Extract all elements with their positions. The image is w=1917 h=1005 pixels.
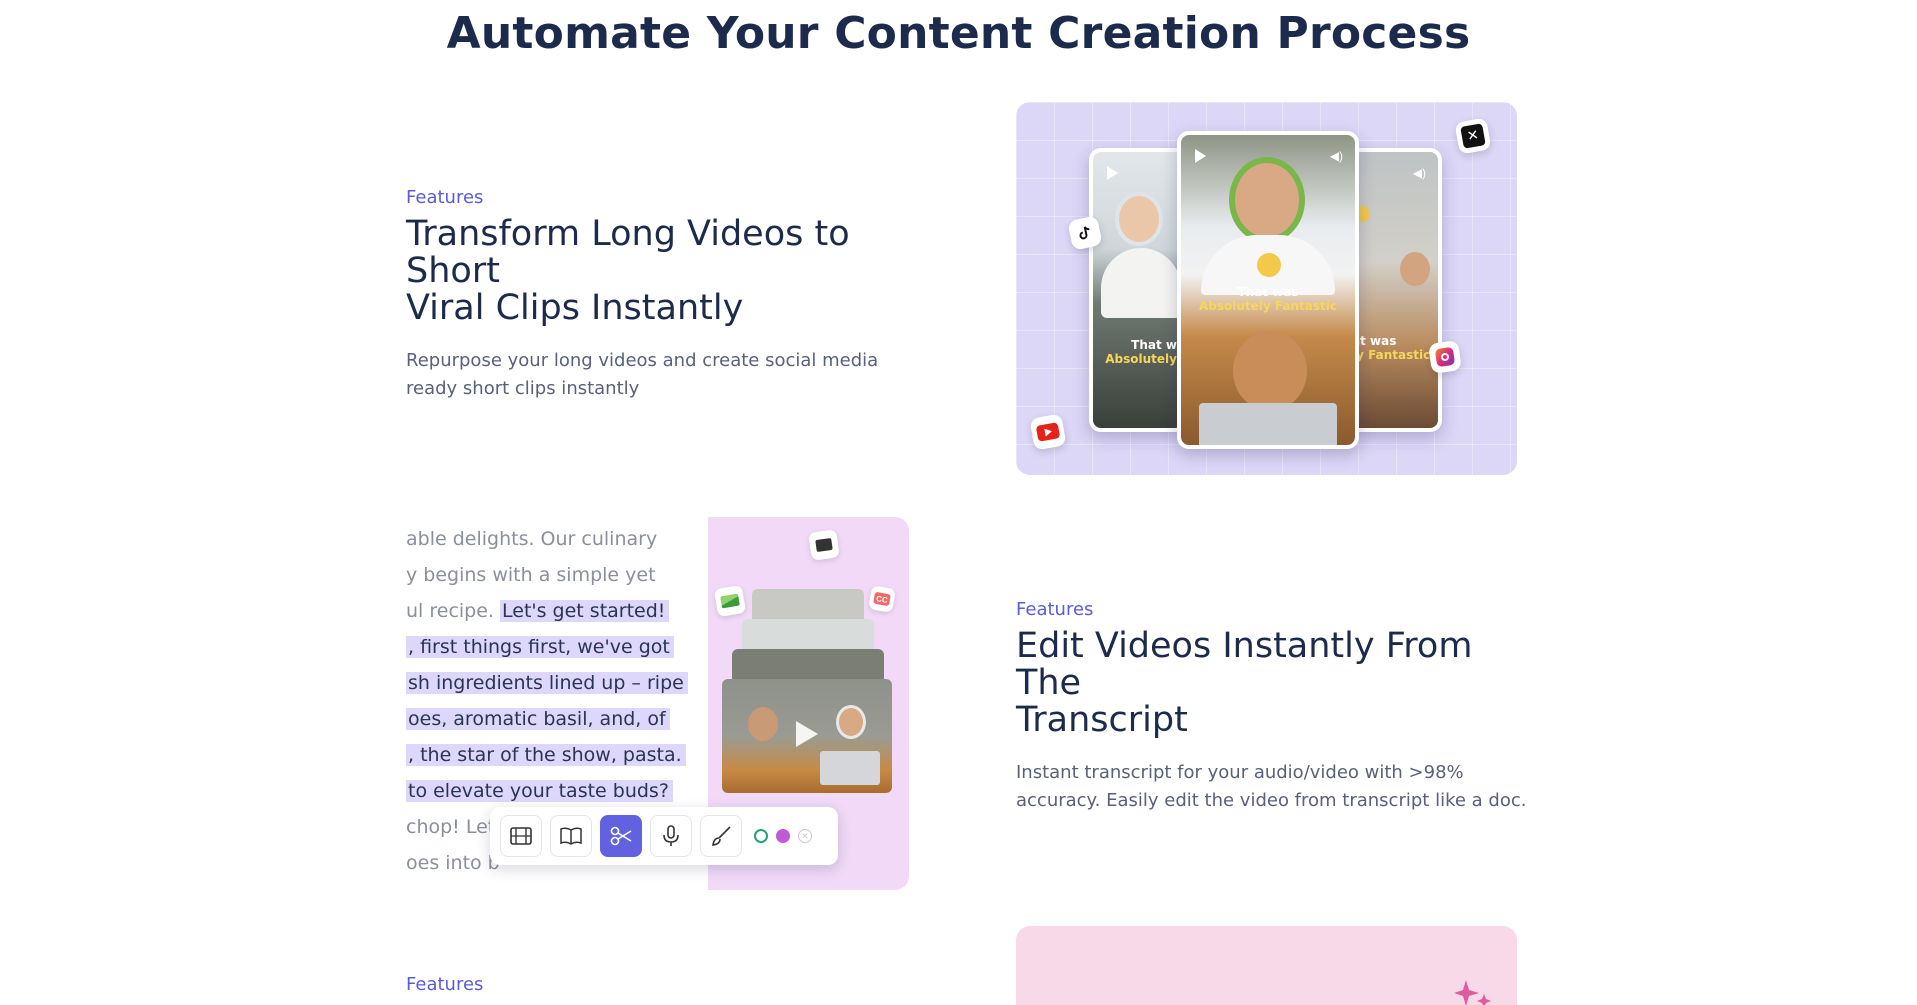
x-twitter-icon: ✕: [1454, 117, 1492, 155]
transcript-highlighted-segment: oes, aromatic basil, and, of: [406, 708, 670, 730]
volume-icon: ◀): [1412, 166, 1426, 180]
feature-description-line: accuracy. Easily edit the video from tra…: [1016, 790, 1527, 811]
emoji-icon: [1257, 253, 1281, 277]
transcript-highlighted-segment: , first things first, we've got: [406, 636, 674, 658]
transcript-text-segment: ul recipe.: [406, 600, 500, 622]
sparkle-icon: [1454, 980, 1491, 1005]
feature-heading-line: Transcript: [1016, 700, 1188, 740]
person-figure: [836, 705, 866, 739]
feature-heading-line: Viral Clips Instantly: [406, 288, 744, 328]
editor-toolbar: ✕: [490, 807, 838, 865]
short-clips-illustration: That w Absolutely ◀) at was ly Fantastic…: [1016, 102, 1517, 475]
green-check-swatch[interactable]: [754, 829, 768, 843]
purple-swatch[interactable]: [776, 829, 790, 843]
clip-preview-center: ◀) That was Absolutely Fantastic: [1177, 131, 1359, 449]
transcript-highlighted-segment: to elevate your taste buds?: [406, 780, 673, 802]
person-figure: [1400, 252, 1430, 286]
clip-preview-left: That w Absolutely: [1089, 148, 1187, 432]
book-tool-button[interactable]: [550, 815, 592, 857]
color-swatches: ✕: [750, 829, 812, 843]
close-icon[interactable]: ✕: [798, 829, 812, 843]
transcript-editor-illustration: able delights. Our culinary y begins with…: [406, 517, 909, 890]
person-figure: [1233, 331, 1307, 411]
transcript-line[interactable]: oes into b: [406, 849, 500, 877]
microphone-tool-button[interactable]: [650, 815, 692, 857]
laptop-shape: [820, 751, 880, 785]
film-tool-button[interactable]: [500, 815, 542, 857]
feature-eyebrow: Features: [1016, 599, 1094, 620]
transcript-text-segment: chop! Let: [406, 816, 496, 838]
transcript-line[interactable]: able delights. Our culinary: [406, 525, 657, 553]
cut-tool-button[interactable]: [600, 815, 642, 857]
transcript-line[interactable]: sh ingredients lined up – ripe: [406, 669, 688, 697]
image-icon: [713, 584, 747, 618]
instagram-icon: [1428, 340, 1462, 374]
feature-heading: Edit Videos Instantly From The Transcrip…: [1016, 628, 1536, 739]
feature-description-line: Repurpose your long videos and create so…: [406, 350, 879, 371]
feature-description: Instant transcript for your audio/video …: [1016, 759, 1536, 815]
transcript-line[interactable]: , first things first, we've got: [406, 633, 674, 661]
clip-caption: That was Absolutely Fantastic: [1199, 285, 1337, 313]
microphone-icon: [663, 825, 679, 846]
transcript-text-segment: able delights. Our culinary: [406, 528, 658, 550]
play-icon: [1107, 166, 1118, 180]
youtube-icon: [1029, 413, 1067, 451]
video-thumbnail: [722, 679, 892, 793]
feature-transcript-text: Features Edit Videos Instantly From The …: [1016, 599, 1536, 815]
third-feature-illustration: [1016, 926, 1517, 1005]
transcript-line[interactable]: y begins with a simple yet: [406, 561, 656, 589]
brush-tool-button[interactable]: [700, 815, 742, 857]
feature-heading: Transform Long Videos to Short Viral Cli…: [406, 216, 926, 327]
feature-third-text: Features: [406, 974, 926, 995]
transcript-text-segment: oes into b: [406, 852, 500, 874]
transcript-line[interactable]: chop! Let: [406, 813, 495, 841]
person-figure: [1115, 192, 1163, 246]
volume-icon: ◀): [1329, 149, 1343, 163]
book-icon: [560, 827, 582, 845]
transcript-text-segment: y begins with a simple yet: [406, 564, 656, 586]
page-title: Automate Your Content Creation Process: [446, 8, 1471, 59]
feature-eyebrow: Features: [406, 187, 484, 208]
transcript-line[interactable]: to elevate your taste buds?: [406, 777, 673, 805]
feature-eyebrow: Features: [406, 974, 484, 995]
feature-clips-text: Features Transform Long Videos to Short …: [406, 187, 926, 403]
transcript-highlighted-segment: , the star of the show, pasta.: [406, 744, 686, 766]
transcript-line[interactable]: , the star of the show, pasta.: [406, 741, 686, 769]
feature-description: Repurpose your long videos and create so…: [406, 347, 926, 403]
feature-heading-line: Edit Videos Instantly From The: [1016, 626, 1473, 703]
laptop-shape: [1199, 403, 1337, 445]
film-icon: [510, 827, 532, 845]
brush-icon: [712, 826, 731, 846]
feature-heading-line: Transform Long Videos to Short: [406, 214, 850, 291]
feature-description-line: Instant transcript for your audio/video …: [1016, 762, 1464, 783]
transcript-line[interactable]: ul recipe. Let's get started!: [406, 597, 670, 625]
transcript-highlighted-segment: Let's get started!: [500, 600, 670, 622]
transcript-highlighted-segment: sh ingredients lined up – ripe: [406, 672, 688, 694]
transcript-line[interactable]: oes, aromatic basil, and, of: [406, 705, 670, 733]
clip-preview-right: ◀) at was ly Fantastic: [1346, 148, 1442, 432]
person-figure: [1101, 248, 1181, 318]
transcript-line[interactable]: on is key in our culinary: [406, 885, 633, 890]
scissors-icon: [610, 826, 632, 846]
captions-icon: CC: [868, 585, 896, 613]
clip-caption: at was ly Fantastic: [1352, 334, 1431, 362]
feature-description-line: ready short clips instantly: [406, 378, 640, 399]
transcript-text-segment: on is key in our culinary: [406, 888, 633, 890]
person-figure: [1229, 157, 1305, 243]
clapperboard-icon: [808, 529, 840, 561]
play-icon[interactable]: [796, 721, 818, 747]
person-figure: [748, 707, 778, 741]
clip-caption: That w Absolutely: [1105, 338, 1177, 366]
play-icon: [1195, 149, 1206, 163]
